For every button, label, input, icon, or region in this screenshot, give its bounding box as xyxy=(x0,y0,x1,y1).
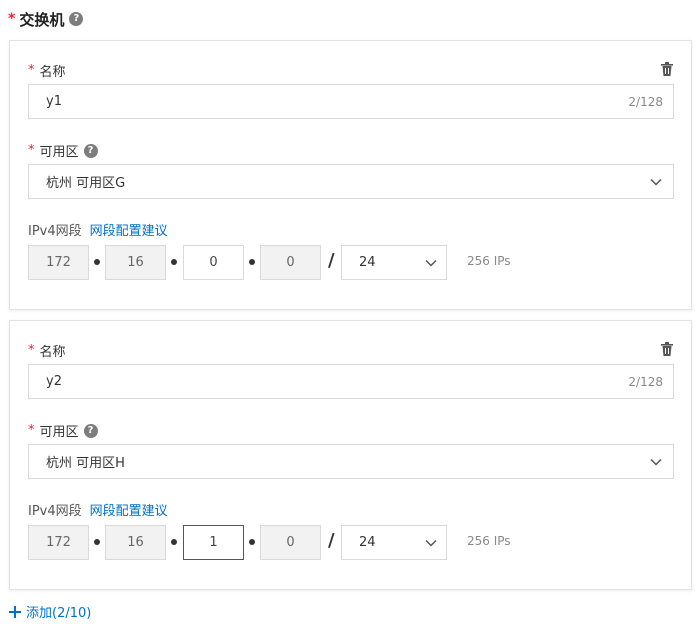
zone-select-value: 杭州 可用区H xyxy=(46,456,125,471)
zone-select[interactable]: 杭州 可用区G xyxy=(28,164,674,199)
name-input[interactable]: y1 2/128 xyxy=(28,84,674,119)
ipv4-cidr-row: 172 16 0 0 / 24 256 IPs xyxy=(28,245,688,280)
help-icon[interactable]: ? xyxy=(83,423,98,438)
ip-dot xyxy=(94,259,100,265)
section-header: * 交换机 ? xyxy=(8,7,84,31)
name-label: * 名称 xyxy=(28,61,66,80)
zone-select-value: 杭州 可用区G xyxy=(46,176,126,191)
add-switch-label: 添加(2/10) xyxy=(26,606,92,621)
required-mark: * xyxy=(28,143,35,158)
zone-label-text: 可用区 xyxy=(39,425,79,440)
chevron-down-icon xyxy=(425,259,437,267)
name-label-text: 名称 xyxy=(39,345,66,360)
zone-label: * 可用区 ? xyxy=(28,421,98,440)
char-counter: 2/128 xyxy=(628,374,663,389)
mask-select-value: 24 xyxy=(359,255,376,270)
switch-card-2: * 名称 y2 2/128 * 可用区 ? 杭州 可用区H IPv4网段 网段配… xyxy=(9,320,692,590)
ip-octet-1: 172 xyxy=(28,525,89,560)
name-input[interactable]: y2 2/128 xyxy=(28,364,674,399)
ip-dot xyxy=(249,539,255,545)
cidr-advice-link[interactable]: 网段配置建议 xyxy=(90,220,168,239)
required-mark: * xyxy=(28,423,35,438)
zone-label: * 可用区 ? xyxy=(28,141,98,160)
plus-icon xyxy=(9,605,21,618)
ip-octet-2: 16 xyxy=(105,525,166,560)
trash-icon[interactable] xyxy=(659,341,675,357)
name-input-value: y1 xyxy=(46,94,62,109)
name-label: * 名称 xyxy=(28,341,66,360)
section-title: 交换机 xyxy=(19,10,65,29)
ipv4-label-text: IPv4网段 xyxy=(28,224,82,239)
ipv4-label: IPv4网段 网段配置建议 xyxy=(28,220,168,239)
chevron-down-icon xyxy=(650,458,662,466)
ip-octet-3[interactable]: 1 xyxy=(183,525,244,560)
switch-card-1: * 名称 y1 2/128 * 可用区 ? 杭州 可用区G IPv4网段 网段配… xyxy=(9,40,692,310)
required-mark: * xyxy=(28,343,35,358)
add-switch-button[interactable]: 添加(2/10) xyxy=(9,602,91,621)
ipv4-cidr-row: 172 16 1 0 / 24 256 IPs xyxy=(28,525,688,560)
ip-count: 256 IPs xyxy=(467,254,511,268)
ip-octet-3[interactable]: 0 xyxy=(183,245,244,280)
ipv4-label-text: IPv4网段 xyxy=(28,504,82,519)
trash-icon[interactable] xyxy=(659,61,675,77)
zone-select[interactable]: 杭州 可用区H xyxy=(28,444,674,479)
ip-dot xyxy=(171,539,177,545)
char-counter: 2/128 xyxy=(628,94,663,109)
mask-select[interactable]: 24 xyxy=(341,245,447,280)
ip-dot xyxy=(94,539,100,545)
cidr-slash: / xyxy=(328,250,335,271)
ip-octet-2: 16 xyxy=(105,245,166,280)
name-label-text: 名称 xyxy=(39,65,66,80)
chevron-down-icon xyxy=(650,178,662,186)
cidr-slash: / xyxy=(328,530,335,551)
zone-label-text: 可用区 xyxy=(39,145,79,160)
ip-octet-4: 0 xyxy=(260,525,321,560)
mask-select-value: 24 xyxy=(359,535,376,550)
name-input-value: y2 xyxy=(46,374,62,389)
ip-octet-1: 172 xyxy=(28,245,89,280)
chevron-down-icon xyxy=(425,539,437,547)
cidr-advice-link[interactable]: 网段配置建议 xyxy=(90,500,168,519)
ipv4-label: IPv4网段 网段配置建议 xyxy=(28,500,168,519)
required-mark: * xyxy=(28,63,35,78)
ip-dot xyxy=(249,259,255,265)
help-icon[interactable]: ? xyxy=(69,12,84,26)
ip-dot xyxy=(171,259,177,265)
ip-count: 256 IPs xyxy=(467,534,511,548)
required-mark: * xyxy=(8,11,16,27)
ip-octet-4: 0 xyxy=(260,245,321,280)
mask-select[interactable]: 24 xyxy=(341,525,447,560)
help-icon[interactable]: ? xyxy=(83,143,98,158)
